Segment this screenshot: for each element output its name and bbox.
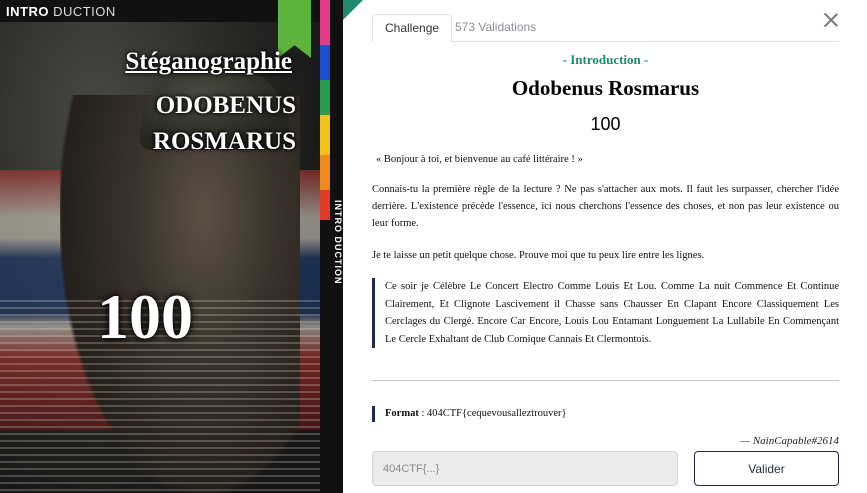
stripe-green xyxy=(320,80,330,115)
challenge-tabs: Challenge 573 Validations xyxy=(372,14,839,42)
poster-title: ODOBENUS ROSMARUS xyxy=(0,88,296,160)
flag-input[interactable] xyxy=(372,451,678,486)
section-divider xyxy=(372,380,839,381)
poster-vertical-label: INTRO DUCTION xyxy=(333,200,343,285)
challenge-author: — NainCapable#2614 xyxy=(740,435,839,447)
panel-corner-accent xyxy=(343,0,363,20)
poster-brand: INTRO DUCTION xyxy=(6,4,116,19)
challenge-quote: Ce soir je Célèbre Le Concert Electro Co… xyxy=(372,278,839,348)
challenge-panel: Challenge 573 Validations - Introduction… xyxy=(343,0,867,493)
flag-format: Format : 404CTF{cequevousalleztrouver} xyxy=(372,406,839,422)
stripe-orange xyxy=(320,155,330,190)
stripe-yellow xyxy=(320,115,330,155)
challenge-poster: INTRO DUCTION INTRO DUCTION Stéganograph… xyxy=(0,0,343,493)
tab-validations[interactable]: 573 Validations xyxy=(443,14,548,42)
stripe-red xyxy=(320,190,330,220)
poster-points: 100 xyxy=(97,281,193,352)
close-icon[interactable] xyxy=(821,10,841,30)
validate-button[interactable]: Valider xyxy=(694,451,839,486)
poster-title-line1: ODOBENUS xyxy=(155,92,296,119)
challenge-hint: Je te laisse un petit quelque chose. Pro… xyxy=(372,250,705,261)
stripe-blue xyxy=(320,45,330,80)
challenge-section: - Introduction - xyxy=(562,52,649,67)
challenge-points: 100 xyxy=(590,114,621,134)
tab-challenge[interactable]: Challenge xyxy=(372,14,453,42)
poster-category: Stéganographie xyxy=(125,48,292,75)
challenge-description: Connais-tu la première règle de la lectu… xyxy=(372,184,839,229)
format-value: : 404CTF{cequevousalleztrouver} xyxy=(418,408,567,419)
challenge-greeting: « Bonjour à toi, et bienvenue au café li… xyxy=(376,154,583,165)
format-label: Format xyxy=(385,408,419,419)
stripe-pink xyxy=(320,0,330,45)
challenge-title: Odobenus Rosmarus xyxy=(511,76,700,100)
poster-title-line2: ROSMARUS xyxy=(152,128,296,155)
